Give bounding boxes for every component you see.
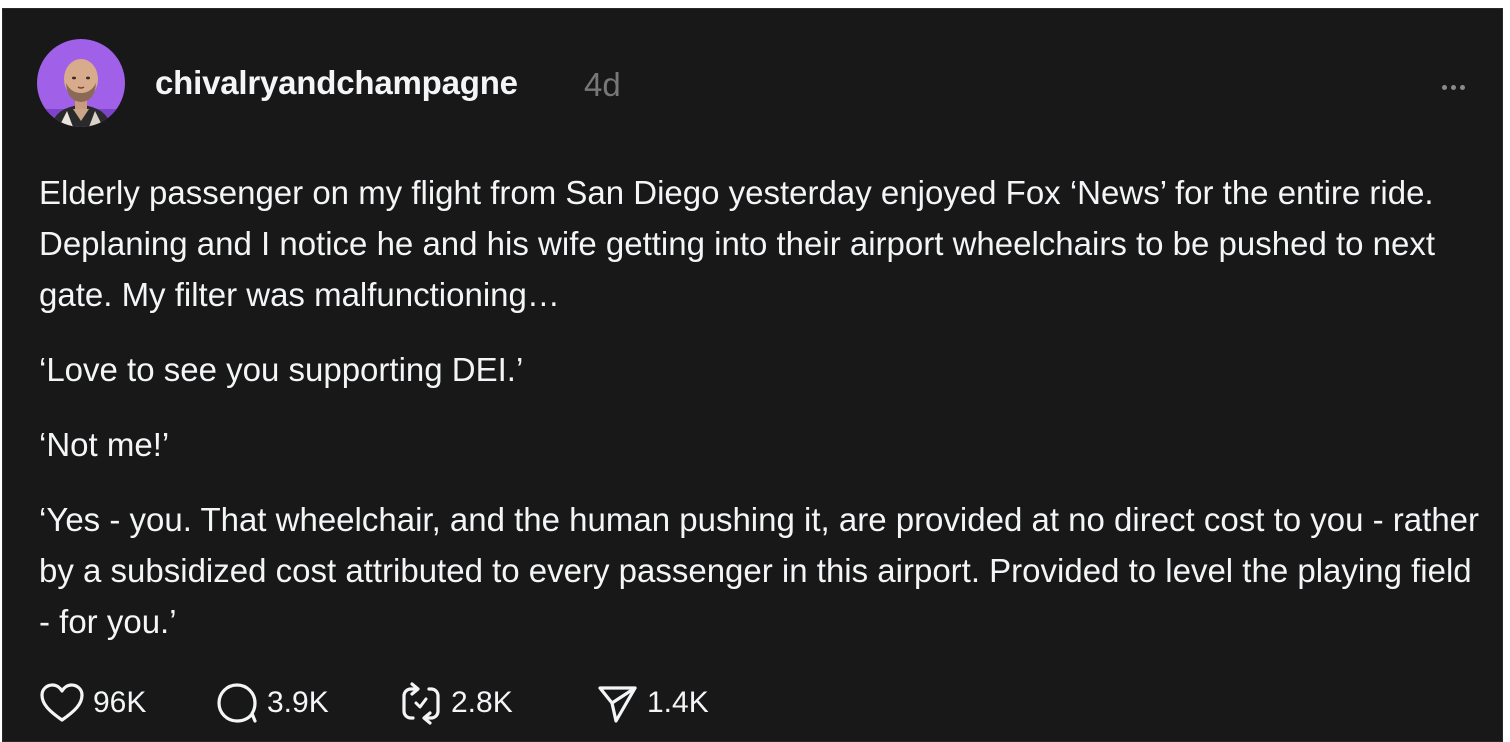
- post-timestamp: 4d: [584, 66, 621, 103]
- repost-count: 2.8K: [451, 686, 513, 719]
- post-paragraph: Elderly passenger on my flight from San …: [39, 174, 1436, 313]
- repost-icon: [402, 682, 440, 725]
- username[interactable]: chivalryandchampagne: [155, 64, 518, 102]
- post-body: Elderly passenger on my flight from San …: [39, 167, 1489, 671]
- comment-icon: [217, 683, 257, 723]
- reply-count: 3.9K: [267, 686, 329, 719]
- like-count: 96K: [93, 686, 147, 719]
- avatar-image: [37, 39, 125, 127]
- post-paragraph: ‘Love to see you supporting DEI.’: [39, 351, 524, 388]
- share-button[interactable]: 1.4K: [595, 681, 735, 725]
- like-button[interactable]: 96K: [39, 682, 215, 724]
- more-options-button[interactable]: [1433, 75, 1473, 99]
- action-bar: 96K 3.9K 2.8K 1.4K: [39, 681, 735, 725]
- share-count: 1.4K: [647, 686, 709, 719]
- share-icon: [598, 686, 637, 723]
- heart-icon: [40, 683, 84, 722]
- reply-button[interactable]: 3.9K: [215, 681, 399, 725]
- more-icon: [1441, 84, 1447, 90]
- post-paragraph: ‘Yes - you. That wheelchair, and the hum…: [39, 501, 1480, 640]
- post-card: chivalryandchampagne 4d Elderly passenge…: [2, 8, 1503, 742]
- avatar[interactable]: [37, 39, 125, 127]
- repost-button[interactable]: 2.8K: [399, 681, 595, 725]
- post-paragraph: ‘Not me!’: [39, 426, 170, 463]
